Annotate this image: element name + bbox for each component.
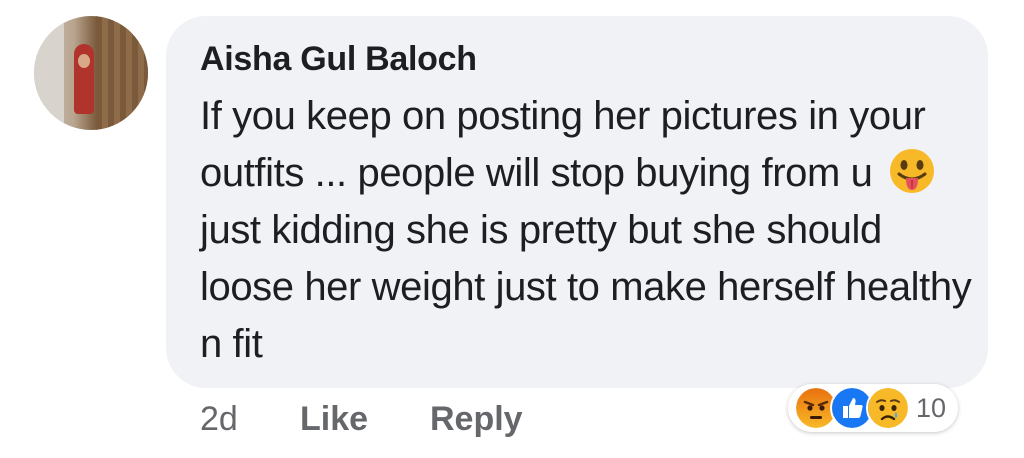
- sad-reaction-icon: [866, 386, 910, 430]
- comment-text-part1: If you keep on posting her pictures in y…: [200, 94, 926, 195]
- avatar-door: [96, 16, 148, 130]
- avatar-background: [34, 16, 64, 130]
- avatar-face: [78, 54, 90, 68]
- reactions-summary[interactable]: 10: [788, 384, 959, 432]
- comment-author[interactable]: Aisha Gul Baloch: [200, 40, 477, 79]
- avatar[interactable]: [34, 16, 148, 130]
- comment-text: If you keep on posting her pictures in y…: [200, 88, 980, 373]
- like-button[interactable]: Like: [300, 400, 430, 439]
- reactions-count: 10: [916, 392, 947, 423]
- tongue-out-emoji-icon: [890, 149, 935, 193]
- comment-timestamp[interactable]: 2d: [200, 400, 300, 439]
- comment-actions: 2d Like Reply: [200, 400, 523, 439]
- comment-text-part2: just kidding she is pretty but she shoul…: [200, 208, 972, 366]
- reply-button[interactable]: Reply: [430, 400, 523, 439]
